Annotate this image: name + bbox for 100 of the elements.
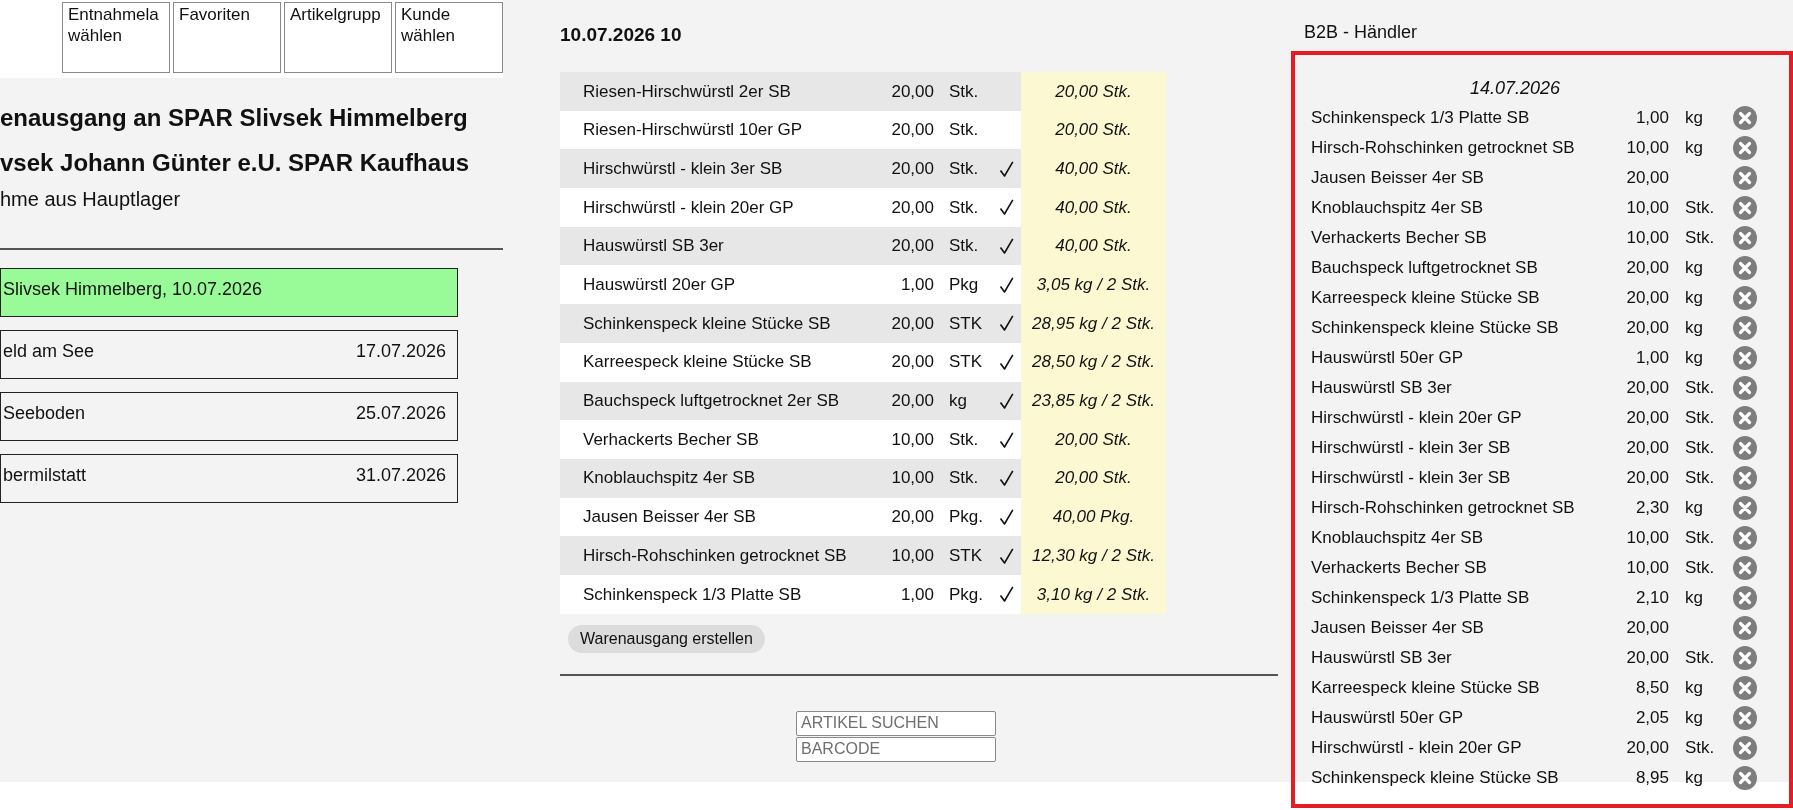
unit-cell-text: Stk.: [948, 196, 980, 219]
article-text: Hauswürstl SB 3er: [1311, 647, 1453, 670]
check-icon: [999, 508, 1014, 525]
unit-text: Stk.: [1684, 437, 1716, 460]
quantity-cell-text: 20,00: [890, 119, 934, 142]
article-text: Jausen Beisser 4er SB: [1311, 617, 1485, 640]
unit-text: kg: [1684, 137, 1704, 160]
x-circle-icon[interactable]: [1733, 136, 1757, 160]
total-cell: 28,50 kg / 2 Stk.: [1021, 342, 1166, 382]
delivery-item[interactable]: bermilstatt 31.07.2026: [0, 454, 458, 503]
unit-text: kg: [1684, 677, 1704, 700]
unit-text: kg: [1684, 107, 1704, 130]
x-circle-icon[interactable]: [1733, 586, 1757, 610]
article-cell-text: Hauswürstl SB 3er: [582, 235, 725, 258]
quantity-text: 8,95: [1634, 767, 1669, 790]
toolbar-button[interactable]: Favoriten: [173, 2, 281, 73]
total-cell: 23,85 kg / 2 Stk.: [1021, 381, 1166, 421]
customer-title: vsek Johann Günter e.U. SPAR Kaufhaus: [0, 148, 470, 178]
quantity-cell-text: 20,00: [890, 235, 934, 258]
create-button[interactable]: Warenausgang erstellen: [568, 624, 765, 653]
toolbar-button[interactable]: Kunde wählen: [395, 2, 503, 73]
delivery-label: bermilstatt: [3, 464, 87, 487]
delivery-item[interactable]: Slivsek Himmelberg, 10.07.2026: [0, 268, 458, 317]
x-circle-icon[interactable]: [1733, 256, 1757, 280]
unit-cell-text: Stk.: [948, 235, 980, 258]
unit-text: Stk.: [1684, 737, 1716, 760]
article-text: Knoblauchspitz 4er SB: [1311, 197, 1484, 220]
total-cell: 12,30 kg / 2 Stk.: [1021, 536, 1166, 575]
quantity-cell-text: 20,00: [890, 196, 934, 219]
delivery-label: Seeboden: [3, 402, 86, 425]
section-title: B2B - Händler: [1303, 21, 1419, 44]
unit-text: Stk.: [1684, 407, 1716, 430]
x-circle-icon[interactable]: [1733, 496, 1757, 520]
quantity-text: 1,00: [1634, 107, 1669, 130]
quantity-text: 10,00: [1625, 137, 1669, 160]
article-text: Hirsch-Rohschinken getrocknet SB: [1311, 497, 1576, 520]
x-circle-icon[interactable]: [1733, 466, 1757, 490]
x-circle-icon[interactable]: [1733, 376, 1757, 400]
check-icon: [999, 431, 1014, 448]
quantity-text: 20,00: [1625, 317, 1669, 340]
quantity-text: 20,00: [1625, 737, 1669, 760]
x-circle-icon[interactable]: [1733, 106, 1757, 130]
x-circle-icon[interactable]: [1733, 346, 1757, 370]
quantity-text: 20,00: [1625, 287, 1669, 310]
x-circle-icon[interactable]: [1733, 406, 1757, 430]
article-text: Hauswürstl SB 3er: [1311, 377, 1453, 400]
search-field[interactable]: BARCODE: [796, 736, 996, 762]
article-text: Hirschwürstl - klein 3er SB: [1311, 437, 1512, 460]
article-text: Knoblauchspitz 4er SB: [1311, 527, 1484, 550]
toolbar-button[interactable]: Artikelgrupp: [284, 2, 392, 73]
delivery-item[interactable]: Seeboden 25.07.2026: [0, 392, 458, 441]
article-text: Schinkenspeck kleine Stücke SB: [1311, 767, 1560, 790]
article-text: Hauswürstl 50er GP: [1311, 707, 1465, 730]
article-cell-text: Hirschwürstl - klein 3er SB: [582, 157, 784, 180]
check-icon: [999, 238, 1014, 255]
x-circle-icon[interactable]: [1733, 166, 1757, 190]
subtitle: hme aus Hauptlager: [0, 187, 182, 212]
total-cell: 20,00 Stk.: [1021, 458, 1166, 498]
x-circle-icon[interactable]: [1733, 526, 1757, 550]
x-circle-icon[interactable]: [1733, 616, 1757, 640]
unit-text: kg: [1684, 767, 1704, 790]
delivery-label: eld am See: [3, 340, 95, 363]
article-text: Schinkenspeck 1/3 Platte SB: [1311, 107, 1531, 130]
unit-text: Stk.: [1684, 557, 1716, 580]
x-circle-icon[interactable]: [1733, 436, 1757, 460]
total-cell: 28,95 kg / 2 Stk.: [1021, 304, 1166, 343]
x-circle-icon[interactable]: [1733, 226, 1757, 250]
quantity-text: 20,00: [1625, 257, 1669, 280]
quantity-text: 20,00: [1625, 377, 1669, 400]
x-circle-icon[interactable]: [1733, 316, 1757, 340]
x-circle-icon[interactable]: [1733, 646, 1757, 670]
x-circle-icon[interactable]: [1733, 196, 1757, 220]
article-text: Hirschwürstl - klein 3er SB: [1311, 467, 1512, 490]
delivery-item[interactable]: eld am See 17.07.2026: [0, 330, 458, 379]
unit-cell-text: STK: [948, 544, 984, 567]
quantity-text: 20,00: [1625, 467, 1669, 490]
article-text: Karreespeck kleine Stücke SB: [1311, 287, 1541, 310]
x-circle-icon[interactable]: [1733, 736, 1757, 760]
unit-cell-text: kg: [948, 390, 968, 413]
check-icon: [999, 470, 1014, 487]
quantity-text: 2,10: [1634, 587, 1669, 610]
check-icon: [999, 354, 1014, 371]
x-circle-icon[interactable]: [1733, 286, 1757, 310]
search-field[interactable]: ARTIKEL SUCHEN: [796, 710, 996, 736]
page-title: enausgang an SPAR Slivsek Himmelberg: [0, 103, 469, 133]
x-circle-icon[interactable]: [1733, 706, 1757, 730]
quantity-cell-text: 20,00: [890, 506, 934, 529]
quantity-text: 20,00: [1625, 167, 1669, 190]
toolbar-button[interactable]: Entnahmela wählen: [62, 2, 170, 73]
unit-cell-text: Stk.: [948, 467, 980, 490]
check-icon: [999, 199, 1014, 216]
x-circle-icon[interactable]: [1733, 556, 1757, 580]
article-cell-text: Riesen-Hirschwürstl 10er GP: [582, 119, 804, 142]
x-circle-icon[interactable]: [1733, 766, 1757, 790]
x-circle-icon[interactable]: [1733, 676, 1757, 700]
total-cell: 40,00 Stk.: [1021, 149, 1166, 189]
article-text: Hirschwürstl - klein 20er GP: [1311, 737, 1523, 760]
quantity-cell-text: 20,00: [890, 390, 934, 413]
article-text: Schinkenspeck kleine Stücke SB: [1311, 317, 1560, 340]
quantity-cell-text: 20,00: [890, 157, 934, 180]
